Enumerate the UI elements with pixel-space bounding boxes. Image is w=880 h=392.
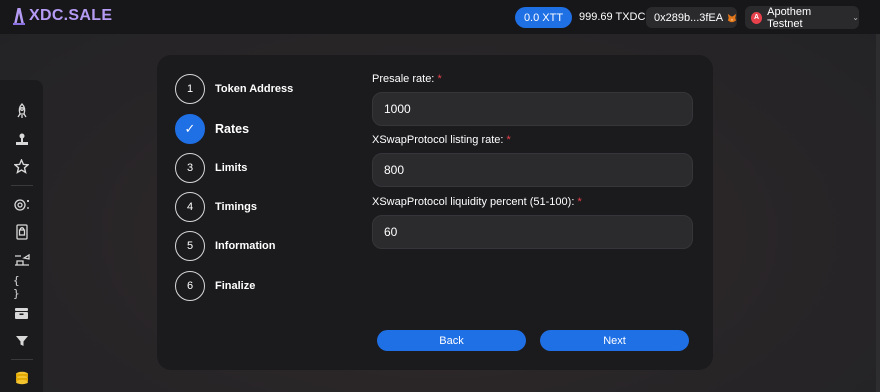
step-finalize[interactable]: 6 Finalize	[175, 271, 255, 301]
sidebar-divider	[11, 359, 33, 360]
sidebar: { }	[0, 80, 43, 392]
step-token-address[interactable]: 1 Token Address	[175, 74, 293, 104]
lock-icon[interactable]	[13, 223, 30, 240]
chevron-down-icon: ⌄	[852, 13, 859, 22]
step-number: 6	[175, 271, 205, 301]
next-button[interactable]: Next	[540, 330, 689, 351]
required-asterisk: *	[506, 134, 511, 146]
step-label: Token Address	[215, 83, 294, 95]
wallet-address-button[interactable]: 0x289b...3fEA	[646, 7, 737, 28]
step-rates[interactable]: ✓ Rates	[175, 114, 249, 144]
step-label: Information	[215, 240, 276, 252]
required-asterisk: *	[437, 73, 442, 85]
step-timings[interactable]: 4 Timings	[175, 192, 257, 222]
metamask-fox-icon	[727, 13, 737, 22]
txdc-balance: 999.69 TXDC	[579, 11, 646, 23]
liquidity-percent-input[interactable]	[372, 215, 693, 249]
code-braces-icon[interactable]: { }	[13, 274, 30, 300]
step-check-icon: ✓	[175, 114, 205, 144]
presale-rate-label: Presale rate: *	[372, 73, 442, 85]
star-icon[interactable]	[13, 158, 30, 175]
filter-icon[interactable]	[13, 332, 30, 349]
presale-rate-input[interactable]	[372, 92, 693, 126]
step-number: 3	[175, 153, 205, 183]
logo-text: XDC.SALE	[29, 7, 113, 24]
logo-icon	[13, 8, 25, 25]
xtt-balance-button[interactable]: 0.0 XTT	[515, 7, 572, 28]
page-scrollbar[interactable]	[876, 34, 880, 392]
coin-settings-icon[interactable]	[13, 196, 30, 213]
presale-form-card: 1 Token Address ✓ Rates 3 Limits 4 Timin…	[157, 55, 713, 370]
wallet-box-icon[interactable]	[13, 305, 30, 322]
step-label: Limits	[215, 162, 248, 174]
step-number: 4	[175, 192, 205, 222]
required-asterisk: *	[577, 196, 582, 208]
wallet-address: 0x289b...3fEA	[654, 11, 724, 24]
rocket-icon[interactable]	[13, 102, 30, 119]
back-button[interactable]: Back	[377, 330, 526, 351]
step-number: 5	[175, 231, 205, 261]
listing-rate-input[interactable]	[372, 153, 693, 187]
step-number: 1	[175, 74, 205, 104]
coins-icon[interactable]	[13, 369, 30, 386]
sidebar-divider	[11, 185, 33, 186]
network-selector[interactable]: A Apothem Testnet ⌄	[745, 5, 859, 30]
stamp-icon[interactable]	[13, 131, 30, 148]
liquidity-percent-label: XSwapProtocol liquidity percent (51-100)…	[372, 196, 582, 208]
step-label: Finalize	[215, 280, 256, 292]
step-label: Rates	[215, 122, 250, 136]
top-navbar: XDC.SALE 0.0 XTT 999.69 TXDC 0x289b...3f…	[0, 0, 880, 34]
step-limits[interactable]: 3 Limits	[175, 153, 247, 183]
step-information[interactable]: 5 Information	[175, 231, 276, 261]
step-label: Timings	[215, 201, 257, 213]
listing-rate-label: XSwapProtocol listing rate: *	[372, 134, 511, 146]
network-logo-icon: A	[751, 11, 763, 24]
network-name: Apothem Testnet	[767, 5, 812, 30]
airdrop-icon[interactable]	[13, 251, 30, 268]
logo[interactable]: XDC.SALE	[11, 6, 112, 26]
